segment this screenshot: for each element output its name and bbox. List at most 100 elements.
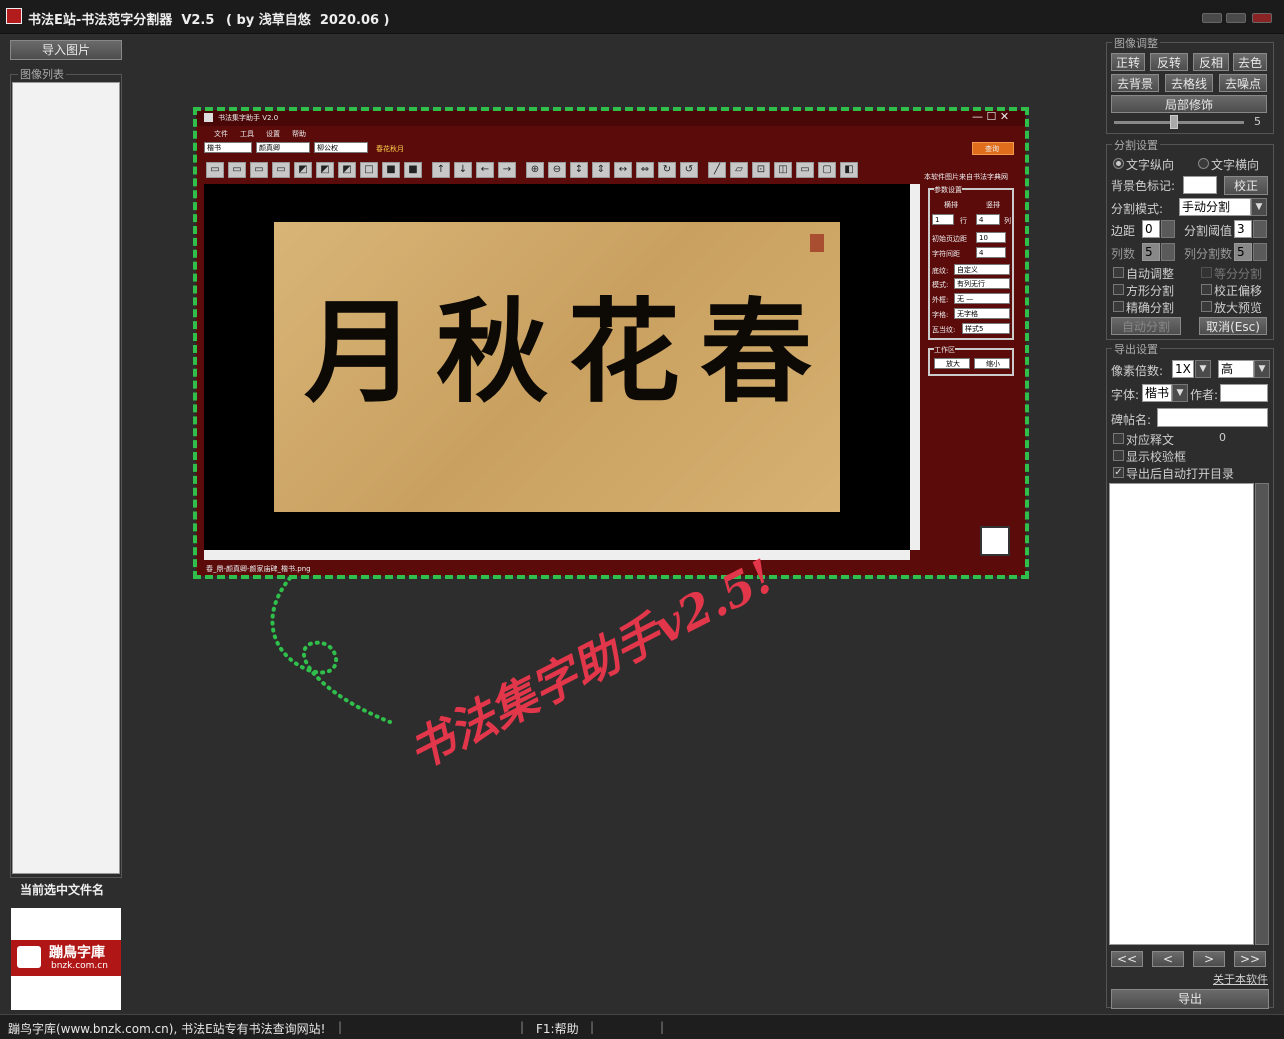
offset-correct-label: 校正偏移	[1214, 284, 1263, 298]
next-page-button[interactable]: >	[1193, 951, 1225, 967]
status-divider: |	[590, 1020, 595, 1034]
radio-vertical-text[interactable]	[1113, 158, 1124, 169]
slider-value: 5	[1254, 115, 1261, 128]
about-link[interactable]: 关于本软件	[1213, 971, 1268, 987]
window-subtitle: ( by 浅草自悠 2020.06 )	[226, 13, 390, 28]
zoom-preview-checkbox[interactable]	[1201, 301, 1212, 312]
last-page-button[interactable]: >>	[1234, 951, 1266, 967]
chevron-down-icon[interactable]: ▼	[1251, 198, 1267, 216]
status-divider: |	[660, 1020, 665, 1034]
radio-vertical-label: 文字纵向	[1126, 158, 1175, 172]
close-button[interactable]	[1252, 13, 1272, 23]
font-select[interactable]: 楷书	[1142, 384, 1172, 402]
pixel-scale-label: 像素倍数:	[1111, 364, 1164, 378]
correct-button[interactable]: 校正	[1224, 176, 1268, 195]
cols-label: 列数	[1111, 247, 1136, 261]
col-split-spinner[interactable]	[1253, 243, 1267, 261]
margin-spinner[interactable]	[1161, 220, 1175, 238]
denoise-button[interactable]: 去噪点	[1219, 74, 1267, 92]
logo-text: 蹦鳥字庫	[49, 945, 105, 961]
remove-gridlines-button[interactable]: 去格线	[1165, 74, 1213, 92]
export-settings-title: 导出设置	[1112, 341, 1160, 357]
export-preview-scrollbar[interactable]	[1255, 483, 1269, 945]
chevron-down-icon[interactable]: ▼	[1172, 384, 1188, 402]
dotted-swirl	[270, 576, 392, 724]
auto-open-dir-label: 导出后自动打开目录	[1126, 467, 1235, 481]
auto-adjust-checkbox[interactable]	[1113, 267, 1124, 278]
local-fix-button[interactable]: 局部修饰	[1111, 95, 1267, 113]
square-split-label: 方形分割	[1126, 284, 1175, 298]
title-bar: 书法E站-书法范字分割器 V2.5 ( by 浅草自悠 2020.06 )	[0, 0, 1284, 34]
margin-label: 边距	[1111, 224, 1136, 238]
equal-split-checkbox[interactable]	[1201, 267, 1212, 278]
precise-split-checkbox[interactable]	[1113, 301, 1124, 312]
split-mode-select[interactable]: 手动分割	[1179, 198, 1251, 216]
bg-color-swatch[interactable]	[1183, 176, 1217, 194]
quality-select[interactable]: 高	[1218, 360, 1254, 378]
col-split-input[interactable]: 5	[1234, 243, 1252, 261]
status-text: 蹦鸟字库(www.bnzk.com.cn), 书法E站专有书法查询网站!	[8, 1022, 326, 1036]
bg-color-label: 背景色标记:	[1111, 179, 1176, 193]
import-image-button[interactable]: 导入图片	[10, 40, 122, 60]
split-settings-title: 分割设置	[1112, 137, 1160, 153]
export-button[interactable]: 导出	[1111, 989, 1269, 1009]
first-page-button[interactable]: <<	[1111, 951, 1143, 967]
desaturate-button[interactable]: 去色	[1233, 53, 1267, 71]
dashed-frame	[193, 107, 1029, 579]
margin-input[interactable]: 0	[1142, 220, 1160, 238]
threshold-label: 分割阈值	[1184, 224, 1233, 238]
remove-background-button[interactable]: 去背景	[1111, 74, 1159, 92]
status-bar: 蹦鸟字库(www.bnzk.com.cn), 书法E站专有书法查询网站! | |…	[0, 1014, 1284, 1039]
bnzk-logo: 蹦鳥字庫 bnzk.com.cn	[11, 940, 121, 976]
equal-split-label: 等分分割	[1214, 267, 1263, 281]
minimize-button[interactable]	[1202, 13, 1222, 23]
cols-input[interactable]: 5	[1142, 243, 1160, 261]
rotate-ccw-button[interactable]: 反转	[1150, 53, 1188, 71]
invert-button[interactable]: 反相	[1193, 53, 1229, 71]
font-label: 字体:	[1111, 388, 1140, 402]
pixel-scale-select[interactable]: 1X	[1172, 360, 1194, 378]
brush-size-slider[interactable]	[1114, 115, 1244, 129]
logo-box: 蹦鳥字庫 bnzk.com.cn	[11, 908, 121, 1010]
annotation-count: 0	[1219, 431, 1226, 444]
auto-open-dir-checkbox[interactable]: ✓	[1113, 467, 1124, 478]
auto-split-button[interactable]: 自动分割	[1111, 317, 1181, 335]
threshold-spinner[interactable]	[1253, 220, 1267, 238]
prev-page-button[interactable]: <	[1152, 951, 1184, 967]
slider-thumb[interactable]	[1170, 115, 1178, 129]
show-checkbox-frame[interactable]	[1113, 450, 1124, 461]
col-split-label: 列分割数	[1184, 247, 1233, 261]
author-input[interactable]	[1220, 384, 1268, 402]
status-divider: |	[338, 1020, 343, 1034]
offset-correct-checkbox[interactable]	[1201, 284, 1212, 295]
chevron-down-icon[interactable]: ▼	[1254, 360, 1270, 378]
annotation-label: 对应释文	[1126, 433, 1175, 447]
bird-icon	[17, 946, 41, 968]
image-adjust-title: 图像调整	[1112, 35, 1160, 51]
radio-horizontal-label: 文字横向	[1211, 158, 1260, 172]
rotate-cw-button[interactable]: 正转	[1111, 53, 1145, 71]
cols-spinner[interactable]	[1161, 243, 1175, 261]
author-label: 作者:	[1190, 388, 1219, 402]
status-help: F1:帮助	[536, 1022, 579, 1036]
chevron-down-icon[interactable]: ▼	[1195, 360, 1211, 378]
app-logo-icon	[6, 8, 22, 24]
zoom-preview-label: 放大预览	[1214, 301, 1263, 315]
window-title: 书法E站-书法范字分割器 V2.5	[28, 13, 215, 28]
threshold-input[interactable]: 3	[1234, 220, 1252, 238]
precise-split-label: 精确分割	[1126, 301, 1175, 315]
split-mode-label: 分割模式:	[1111, 202, 1164, 216]
cancel-button[interactable]: 取消(Esc)	[1199, 317, 1267, 335]
show-check-frame-label: 显示校验框	[1126, 450, 1187, 464]
image-list[interactable]	[12, 82, 120, 874]
annotation-checkbox[interactable]	[1113, 433, 1124, 444]
square-split-checkbox[interactable]	[1113, 284, 1124, 295]
export-preview-list[interactable]	[1109, 483, 1254, 945]
maximize-button[interactable]	[1226, 13, 1246, 23]
stele-input[interactable]	[1157, 408, 1268, 427]
stele-label: 碑帖名:	[1111, 413, 1152, 427]
status-divider: |	[520, 1020, 525, 1034]
logo-url: bnzk.com.cn	[51, 961, 108, 971]
auto-adjust-label: 自动调整	[1126, 267, 1175, 281]
radio-horizontal-text[interactable]	[1198, 158, 1209, 169]
